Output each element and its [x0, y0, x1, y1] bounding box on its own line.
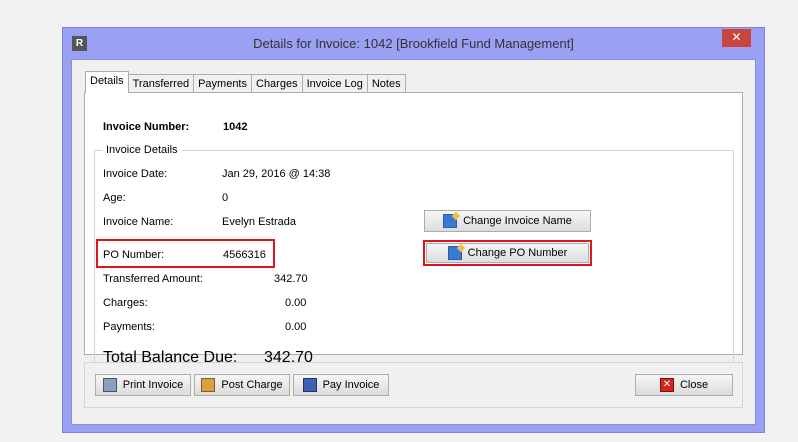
post-charge-label: Post Charge — [221, 379, 283, 391]
age-label: Age: — [103, 192, 126, 204]
window-title: Details for Invoice: 1042 [Brookfield Fu… — [253, 36, 574, 51]
close-button[interactable]: ✕ Close — [635, 374, 733, 396]
pay-invoice-label: Pay Invoice — [322, 379, 380, 391]
window-close-button[interactable]: ✕ — [722, 29, 751, 47]
close-icon: ✕ — [659, 378, 674, 392]
tab-strip: Details Transferred Payments Charges Inv… — [85, 71, 406, 93]
change-invoice-name-label: Change Invoice Name — [463, 215, 572, 227]
po-number-label: PO Number: — [103, 249, 165, 261]
charge-icon — [201, 378, 216, 392]
details-tab-page: Invoice Number: 1042 Invoice Details Inv… — [84, 92, 743, 383]
invoice-number-value: 1042 — [223, 121, 248, 133]
change-invoice-name-button[interactable]: Change Invoice Name — [424, 210, 591, 232]
footer-toolbar: Print Invoice Post Charge Pay Invoice ✕ … — [84, 362, 743, 408]
close-label: Close — [679, 379, 709, 391]
printer-icon — [102, 378, 117, 392]
change-po-number-button[interactable]: Change PO Number — [426, 243, 589, 263]
edit-document-icon — [443, 214, 458, 228]
tab-invoice-log[interactable]: Invoice Log — [301, 74, 368, 93]
invoice-date-label: Invoice Date: — [103, 168, 168, 180]
invoice-date-value: Jan 29, 2016 @ 14:38 — [222, 168, 331, 180]
title-bar[interactable]: R Details for Invoice: 1042 [Brookfield … — [63, 28, 764, 59]
edit-document-icon — [447, 246, 462, 260]
tab-charges[interactable]: Charges — [251, 74, 303, 93]
transferred-amount-value: 342.70 — [274, 273, 308, 285]
tab-details[interactable]: Details — [85, 71, 129, 93]
invoice-number-label: Invoice Number: — [103, 121, 190, 133]
pay-invoice-button[interactable]: Pay Invoice — [293, 374, 389, 396]
po-number-value: 4566316 — [223, 249, 266, 261]
pay-icon — [302, 378, 317, 392]
transferred-amount-label: Transferred Amount: — [103, 273, 203, 285]
print-invoice-label: Print Invoice — [122, 379, 184, 391]
change-po-number-label: Change PO Number — [467, 247, 568, 259]
payments-value: 0.00 — [285, 321, 307, 333]
age-value: 0 — [222, 192, 229, 204]
invoice-details-window: R Details for Invoice: 1042 [Brookfield … — [62, 27, 765, 433]
invoice-name-label: Invoice Name: — [103, 216, 174, 228]
charges-label: Charges: — [103, 297, 148, 309]
invoice-name-value: Evelyn Estrada — [222, 216, 296, 228]
group-title: Invoice Details — [102, 144, 182, 156]
tab-transferred[interactable]: Transferred — [127, 74, 195, 93]
tab-payments[interactable]: Payments — [193, 74, 252, 93]
print-invoice-button[interactable]: Print Invoice — [95, 374, 191, 396]
post-charge-button[interactable]: Post Charge — [194, 374, 290, 396]
payments-label: Payments: — [103, 321, 155, 333]
window-client-area: Details Transferred Payments Charges Inv… — [71, 59, 756, 425]
tab-notes[interactable]: Notes — [366, 74, 406, 93]
background-panel: R Details for Invoice: 1042 [Brookfield … — [0, 8, 798, 442]
charges-value: 0.00 — [285, 297, 307, 309]
